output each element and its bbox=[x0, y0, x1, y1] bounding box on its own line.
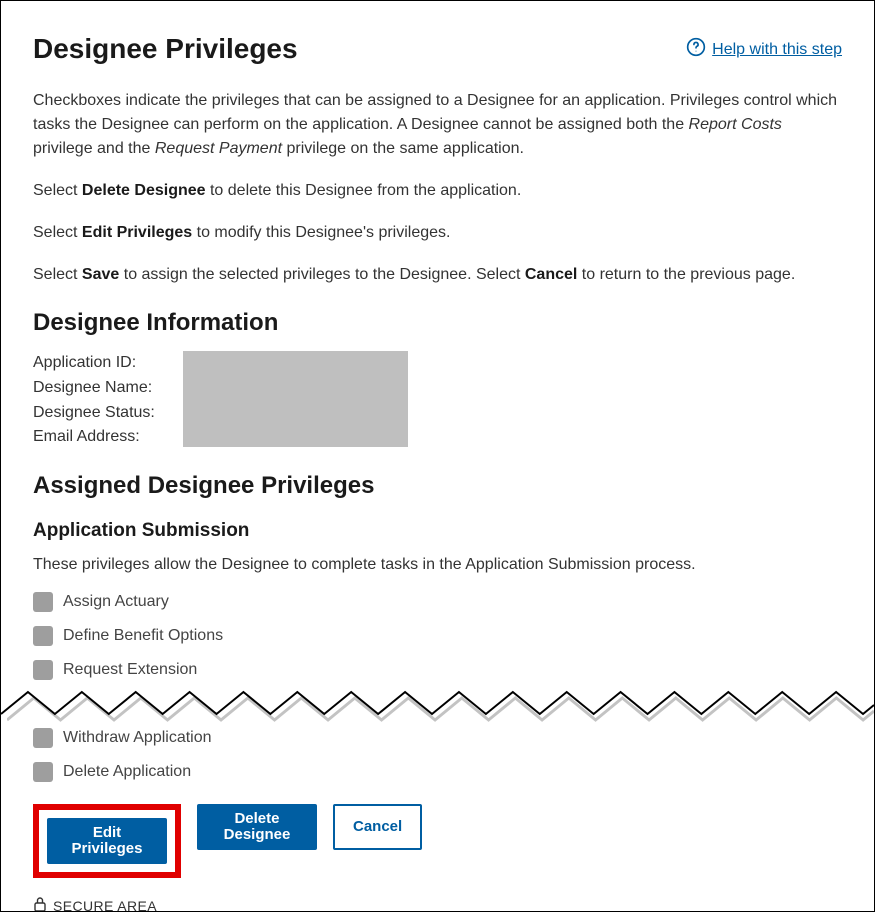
intro-text: Checkboxes indicate the privileges that … bbox=[33, 89, 842, 287]
edit-privileges-highlight: Edit Privileges bbox=[33, 804, 181, 878]
cancel-button[interactable]: Cancel bbox=[333, 804, 422, 850]
label-designee-name: Designee Name: bbox=[33, 376, 155, 401]
help-icon bbox=[686, 37, 706, 62]
privilege-item[interactable]: Define Benefit Options bbox=[33, 626, 842, 646]
label-designee-status: Designee Status: bbox=[33, 401, 155, 426]
checkbox-icon[interactable] bbox=[33, 762, 53, 782]
label-application-id: Application ID: bbox=[33, 351, 155, 376]
privilege-list-top: Assign Actuary Define Benefit Options Re… bbox=[33, 592, 842, 680]
checkbox-icon[interactable] bbox=[33, 660, 53, 680]
subsection-desc: These privileges allow the Designee to c… bbox=[33, 556, 842, 574]
privilege-item[interactable]: Withdraw Application bbox=[33, 728, 842, 748]
privilege-item[interactable]: Delete Application bbox=[33, 762, 842, 782]
designee-info-heading: Designee Information bbox=[33, 309, 842, 337]
intro-p1: Checkboxes indicate the privileges that … bbox=[33, 89, 842, 161]
help-link-label: Help with this step bbox=[712, 41, 842, 59]
designee-info-block: Application ID: Designee Name: Designee … bbox=[33, 351, 842, 450]
intro-p2: Select Delete Designee to delete this De… bbox=[33, 179, 842, 203]
privilege-label: Define Benefit Options bbox=[63, 627, 223, 645]
privilege-label: Assign Actuary bbox=[63, 593, 169, 611]
assigned-heading: Assigned Designee Privileges bbox=[33, 472, 842, 500]
button-row: Edit Privileges Delete Designee Cancel bbox=[33, 804, 842, 878]
privilege-label: Request Extension bbox=[63, 661, 197, 679]
privilege-item[interactable]: Request Extension bbox=[33, 660, 842, 680]
page-frame: Designee Privileges Help with this step … bbox=[0, 0, 875, 912]
page-title: Designee Privileges bbox=[33, 33, 298, 65]
privilege-list-bottom: Withdraw Application Delete Application bbox=[33, 728, 842, 782]
intro-p4: Select Save to assign the selected privi… bbox=[33, 263, 842, 287]
intro-p3: Select Edit Privileges to modify this De… bbox=[33, 221, 842, 245]
subsection-title: Application Submission bbox=[33, 520, 842, 542]
help-link[interactable]: Help with this step bbox=[686, 37, 842, 62]
checkbox-icon[interactable] bbox=[33, 592, 53, 612]
designee-info-values-redacted bbox=[183, 351, 408, 447]
privilege-label: Delete Application bbox=[63, 763, 191, 781]
lock-icon bbox=[33, 896, 47, 912]
label-email-address: Email Address: bbox=[33, 425, 155, 450]
secure-area-footer: SECURE AREA bbox=[33, 896, 842, 912]
edit-privileges-button[interactable]: Edit Privileges bbox=[47, 818, 167, 864]
privilege-label: Withdraw Application bbox=[63, 729, 212, 747]
designee-info-labels: Application ID: Designee Name: Designee … bbox=[33, 351, 155, 450]
checkbox-icon[interactable] bbox=[33, 728, 53, 748]
checkbox-icon[interactable] bbox=[33, 626, 53, 646]
header-row: Designee Privileges Help with this step bbox=[33, 31, 842, 89]
delete-designee-button[interactable]: Delete Designee bbox=[197, 804, 317, 850]
truncation-zigzag bbox=[1, 688, 874, 722]
privilege-item[interactable]: Assign Actuary bbox=[33, 592, 842, 612]
secure-area-label: SECURE AREA bbox=[53, 898, 157, 912]
